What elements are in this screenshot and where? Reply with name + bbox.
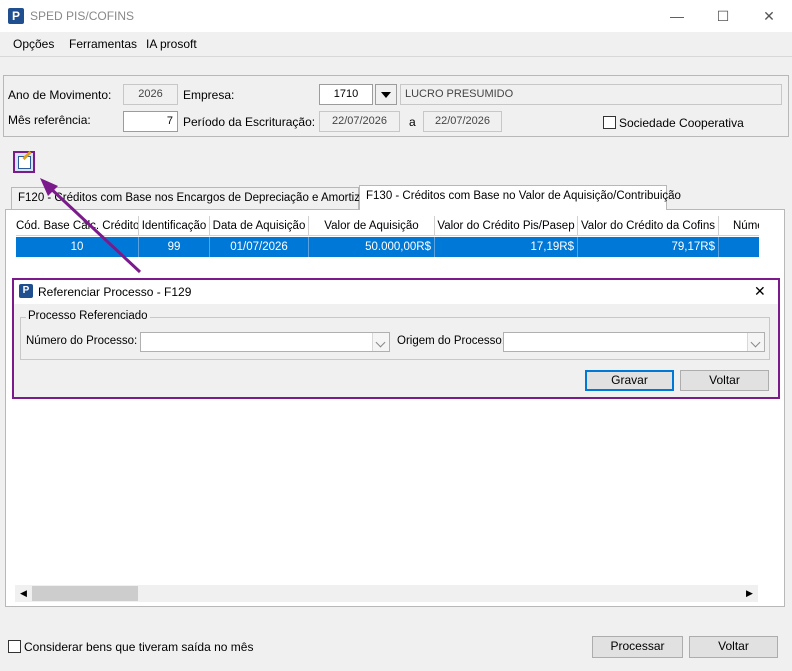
menu-ia-prosoft[interactable]: IA prosoft xyxy=(146,37,197,51)
origem-processo-label: Origem do Processo: xyxy=(397,335,506,347)
considerar-bens-label: Considerar bens que tiveram saída no mês xyxy=(24,640,254,654)
edit-document-button[interactable] xyxy=(13,150,35,173)
window-title: SPED PIS/COFINS xyxy=(30,9,135,23)
toolbar xyxy=(5,146,787,176)
tab-f120[interactable]: F120 - Créditos com Base nos Encargos de… xyxy=(11,187,385,209)
table-cell: 17,19R$ xyxy=(435,237,578,257)
processar-button[interactable]: Processar xyxy=(592,636,683,658)
considerar-bens-checkbox[interactable] xyxy=(8,640,21,653)
empresa-label: Empresa: xyxy=(183,88,235,102)
dialog-app-icon: P xyxy=(19,284,33,298)
sociedade-label: Sociedade Cooperativa xyxy=(619,116,744,130)
scroll-left-icon[interactable]: ◀ xyxy=(15,585,32,602)
minimize-button[interactable]: — xyxy=(654,0,700,32)
column-header[interactable]: Data de Aquisição xyxy=(210,216,309,236)
origem-processo-combo[interactable] xyxy=(503,332,765,352)
dialog-voltar-button[interactable]: Voltar xyxy=(680,370,769,391)
dialog-close-button[interactable]: ✕ xyxy=(754,283,766,300)
empresa-name-field: LUCRO PRESUMIDO xyxy=(400,84,782,105)
column-header[interactable]: Identificação xyxy=(139,216,210,236)
menu-ferramentas[interactable]: Ferramentas xyxy=(69,37,137,51)
sociedade-checkbox[interactable] xyxy=(603,116,616,129)
table-cell xyxy=(719,237,759,257)
column-header[interactable]: Núme xyxy=(719,216,759,236)
scrollbar-thumb[interactable] xyxy=(32,586,138,601)
table-cell: 50.000,00R$ xyxy=(309,237,435,257)
column-header[interactable]: Valor do Crédito da Cofins xyxy=(578,216,719,236)
periodo-fim-field: 22/07/2026 xyxy=(423,111,502,132)
table-cell: 10 xyxy=(16,237,139,257)
numero-processo-label: Número do Processo: xyxy=(26,335,138,347)
maximize-button[interactable]: ☐ xyxy=(700,0,746,32)
ano-field: 2026 xyxy=(123,84,178,105)
menu-separator xyxy=(0,56,792,57)
column-header[interactable]: Valor do Crédito Pis/Pasep xyxy=(435,216,578,236)
column-header[interactable]: Valor de Aquisição xyxy=(309,216,435,236)
gravar-button[interactable]: Gravar xyxy=(585,370,674,391)
table-cell: 01/07/2026 xyxy=(210,237,309,257)
menu-opcoes[interactable]: Opções xyxy=(13,37,54,51)
voltar-button[interactable]: Voltar xyxy=(689,636,778,658)
ano-label: Ano de Movimento: xyxy=(8,88,112,102)
tab-panel xyxy=(5,209,785,607)
horizontal-scrollbar[interactable]: ◀ ▶ xyxy=(15,585,758,602)
mes-field[interactable]: 7 xyxy=(123,111,178,132)
chevron-down-icon[interactable] xyxy=(747,333,764,351)
numero-processo-combo[interactable] xyxy=(140,332,390,352)
periodo-a-label: a xyxy=(409,115,416,129)
column-header[interactable]: Cód. Base Cálc. Crédito xyxy=(16,216,139,236)
chevron-down-icon[interactable] xyxy=(372,333,389,351)
app-icon: P xyxy=(8,8,24,24)
scroll-right-icon[interactable]: ▶ xyxy=(741,585,758,602)
close-button[interactable]: ✕ xyxy=(746,0,792,32)
mes-label: Mês referência: xyxy=(8,113,91,127)
empresa-code-field[interactable]: 1710 xyxy=(319,84,373,105)
dialog-title: Referenciar Processo - F129 xyxy=(38,285,192,299)
group-title: Processo Referenciado xyxy=(26,310,150,322)
periodo-inicio-field: 22/07/2026 xyxy=(319,111,400,132)
periodo-label: Período da Escrituração: xyxy=(183,115,316,129)
table-cell: 79,17R$ xyxy=(578,237,719,257)
empresa-dropdown-button[interactable] xyxy=(375,84,397,105)
tab-f130[interactable]: F130 - Créditos com Base no Valor de Aqu… xyxy=(359,185,681,210)
table-cell: 99 xyxy=(139,237,210,257)
